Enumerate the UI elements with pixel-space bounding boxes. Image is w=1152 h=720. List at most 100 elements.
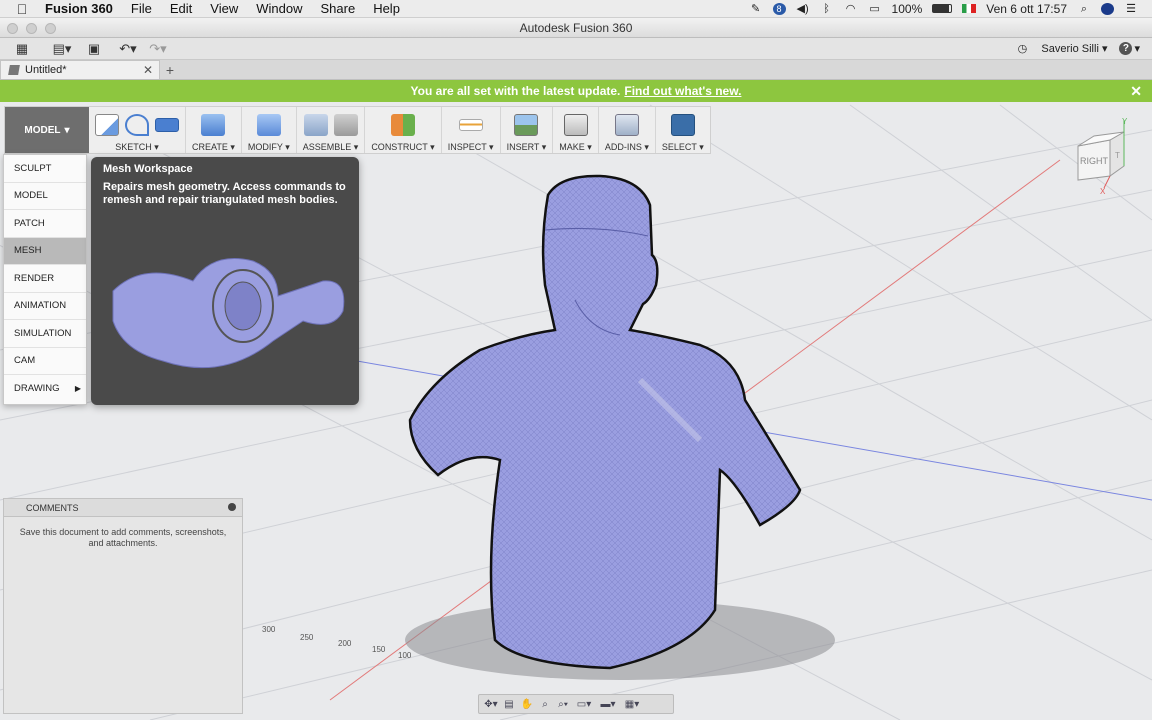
view-cube-back-label[interactable]: T: [1115, 151, 1120, 160]
assemble-group[interactable]: ASSEMBLE ▾: [297, 107, 366, 153]
volume-icon[interactable]: ◀): [796, 3, 810, 15]
workspace-item-model[interactable]: MODEL: [4, 183, 86, 210]
close-tab-icon[interactable]: ✕: [143, 63, 153, 77]
measure-icon[interactable]: [458, 119, 483, 131]
save-icon[interactable]: ▣: [82, 40, 106, 58]
workspace-item-cam[interactable]: CAM: [4, 348, 86, 375]
new-component-icon[interactable]: [303, 114, 328, 136]
zoom-icon[interactable]: ⌕: [537, 697, 553, 711]
comments-body: Save this document to add comments, scre…: [19, 527, 227, 548]
workspace-item-patch[interactable]: PATCH: [4, 210, 86, 238]
document-tab[interactable]: Untitled* ✕: [0, 60, 160, 79]
user-area: ◷ Saverio Silli ▾ ? ▾: [1015, 42, 1152, 55]
spline-icon[interactable]: [125, 114, 149, 136]
workspace-item-label: RENDER: [14, 272, 55, 284]
workspace-item-render[interactable]: RENDER: [4, 265, 86, 293]
insert-image-icon[interactable]: [514, 114, 539, 136]
workspace-switcher-button[interactable]: MODEL ▾: [5, 107, 89, 153]
close-window-button[interactable]: [7, 23, 18, 34]
insert-group-label: INSERT ▾: [506, 142, 547, 152]
document-tab-bar: Untitled* ✕ +: [0, 60, 1152, 80]
sketch-group[interactable]: SKETCH ▾: [89, 107, 186, 153]
workspace-item-simulation[interactable]: SIMULATION: [4, 320, 86, 348]
menu-edit[interactable]: Edit: [161, 1, 201, 16]
collapse-comments-icon[interactable]: [228, 503, 236, 511]
mesh-workspace-tooltip: Mesh Workspace Repairs mesh geometry. Ac…: [91, 157, 359, 405]
look-at-icon[interactable]: ▤: [501, 697, 517, 711]
assemble-group-label: ASSEMBLE ▾: [302, 142, 359, 152]
create-sketch-icon[interactable]: [95, 114, 119, 136]
italy-flag-icon[interactable]: [962, 4, 977, 13]
user-account-button[interactable]: Saverio Silli ▾: [1041, 42, 1107, 55]
workspace-item-sculpt[interactable]: SCULPT: [4, 155, 86, 183]
create-group[interactable]: CREATE ▾: [186, 107, 242, 153]
bust-mesh-model[interactable]: [408, 174, 802, 670]
select-cursor-icon[interactable]: [670, 114, 695, 136]
create-extrude-icon[interactable]: [201, 114, 226, 136]
menu-view[interactable]: View: [201, 1, 247, 16]
whats-new-link[interactable]: Find out what's new.: [624, 84, 741, 98]
display-settings-icon[interactable]: ▭▾: [573, 697, 595, 711]
menubar-clock[interactable]: Ven 6 ott 17:57: [986, 2, 1067, 16]
workspace-item-mesh[interactable]: MESH: [4, 237, 86, 265]
modify-group[interactable]: MODIFY ▾: [242, 107, 297, 153]
window-title: Autodesk Fusion 360: [519, 21, 633, 35]
menu-file[interactable]: File: [122, 1, 161, 16]
bluetooth-icon[interactable]: ᛒ: [820, 3, 834, 15]
insert-group[interactable]: INSERT ▾: [501, 107, 554, 153]
window-titlebar: Autodesk Fusion 360: [0, 18, 1152, 38]
workspace-item-drawing[interactable]: DRAWING ▶: [4, 375, 86, 403]
construct-group[interactable]: CONSTRUCT ▾: [365, 107, 442, 153]
view-cube-right-label[interactable]: RIGHT: [1080, 156, 1109, 166]
select-group[interactable]: SELECT ▾: [656, 107, 710, 153]
scripts-addins-icon[interactable]: [614, 114, 639, 136]
comments-header[interactable]: COMMENTS: [4, 499, 242, 517]
view-cube[interactable]: RIGHT T Y X: [1070, 117, 1140, 198]
new-tab-plus-icon[interactable]: +: [160, 60, 180, 79]
dropbox-icon[interactable]: 8: [772, 2, 786, 15]
pan-hand-icon[interactable]: ✋: [519, 697, 535, 711]
data-panel-grid-icon[interactable]: ▦: [10, 40, 34, 58]
tooltip-title: Mesh Workspace: [103, 163, 193, 175]
wifi-icon[interactable]: ◠: [844, 3, 858, 15]
view-cube-y-axis-label: Y: [1122, 118, 1128, 126]
battery-icon[interactable]: [932, 4, 953, 13]
menu-help[interactable]: Help: [364, 1, 409, 16]
caret-down-icon: ▾: [64, 124, 70, 136]
joint-icon[interactable]: [333, 114, 358, 136]
viewports-icon[interactable]: ▦▾: [621, 697, 643, 711]
banner-close-icon[interactable]: ✕: [1130, 83, 1142, 100]
press-pull-icon[interactable]: [256, 114, 281, 136]
workspace-menu: SCULPT MODEL PATCH MESH RENDER ANIMATION…: [3, 154, 87, 405]
minimize-window-button[interactable]: [26, 23, 37, 34]
script-icon[interactable]: ✎: [749, 3, 763, 15]
apple-icon[interactable]: : [8, 1, 36, 17]
file-menu-icon[interactable]: ▤▾: [50, 40, 74, 58]
grid-settings-icon[interactable]: ▬▾: [597, 697, 619, 711]
menu-app-name[interactable]: Fusion 360: [36, 1, 122, 16]
stop-sketch-icon[interactable]: [155, 118, 179, 132]
orbit-icon[interactable]: ✥▾: [483, 697, 499, 711]
airplay-icon[interactable]: ▭: [868, 3, 882, 15]
fit-zoom-icon[interactable]: ⌕▾: [555, 697, 571, 711]
zoom-window-button[interactable]: [45, 23, 56, 34]
menu-share[interactable]: Share: [311, 1, 364, 16]
ruler-label: 100: [398, 651, 412, 660]
help-button[interactable]: ? ▾: [1119, 42, 1140, 55]
spotlight-search-icon[interactable]: ⌕: [1077, 3, 1091, 15]
menu-window[interactable]: Window: [247, 1, 311, 16]
user-name: Saverio Silli: [1041, 43, 1099, 55]
notification-center-icon[interactable]: ☰: [1124, 3, 1138, 15]
make-group[interactable]: MAKE ▾: [553, 107, 599, 153]
undo-icon[interactable]: ↶▾: [116, 40, 140, 58]
view-cube-x-axis-label: X: [1100, 187, 1106, 196]
add-ins-group[interactable]: ADD-INS ▾: [599, 107, 656, 153]
inspect-group[interactable]: INSPECT ▾: [442, 107, 501, 153]
offset-plane-icon[interactable]: [391, 114, 415, 136]
3d-print-icon[interactable]: [563, 114, 588, 136]
job-status-clock-icon[interactable]: ◷: [1015, 43, 1029, 55]
workspace-item-label: SCULPT: [14, 162, 52, 174]
redo-icon[interactable]: ↷▾: [146, 40, 170, 58]
user-avatar-icon[interactable]: [1101, 2, 1114, 15]
workspace-item-animation[interactable]: ANIMATION: [4, 293, 86, 320]
